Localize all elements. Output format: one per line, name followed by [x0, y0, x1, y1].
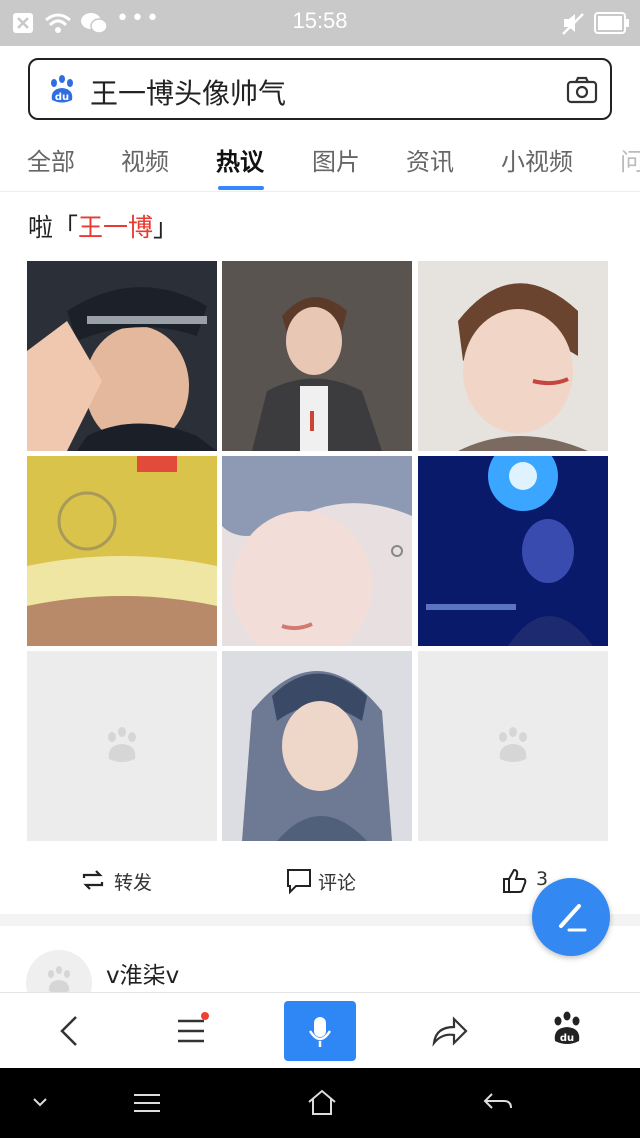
feed-content: 啦「王一博」 转发 评论 3 v淮柒v — [0, 192, 640, 992]
baidu-home-icon[interactable]: du — [550, 1011, 584, 1047]
clipped-text-line — [28, 192, 588, 194]
tab-images[interactable]: 图片 — [312, 142, 360, 177]
battery-icon — [594, 12, 629, 34]
repost-icon — [82, 870, 104, 890]
post-text-line: 啦「王一博」 — [28, 208, 178, 244]
comment-icon — [287, 869, 311, 894]
pencil-icon — [559, 904, 587, 932]
tab-news[interactable]: 资讯 — [406, 142, 454, 177]
home-icon[interactable] — [306, 1088, 338, 1116]
voice-search-button[interactable] — [284, 1001, 356, 1061]
share-label: 转发 — [114, 872, 153, 894]
search-box[interactable]: du 王一博头像帅气 — [28, 58, 612, 120]
status-bar: ••• 15:58 — [0, 0, 640, 46]
post-text-suffix: 」 — [153, 213, 179, 242]
post-image-2[interactable] — [222, 261, 412, 451]
share-icon[interactable] — [430, 1013, 468, 1049]
system-back-icon[interactable] — [482, 1090, 514, 1114]
svg-text:du: du — [55, 92, 69, 103]
post-image-6[interactable] — [418, 456, 608, 646]
mute-icon — [562, 13, 584, 35]
status-time: 15:58 — [292, 8, 348, 33]
chevron-down-icon[interactable] — [32, 1094, 48, 1110]
recent-apps-icon[interactable] — [132, 1092, 162, 1114]
tab-discussion[interactable]: 热议 — [216, 142, 264, 177]
thumbs-up-icon — [503, 868, 527, 893]
tab-all[interactable]: 全部 — [27, 142, 75, 177]
post-text-prefix: 啦「 — [28, 213, 79, 242]
search-query[interactable]: 王一博头像帅气 — [90, 72, 286, 112]
baidu-placeholder-icon — [499, 727, 527, 762]
compose-fab[interactable] — [532, 878, 610, 956]
baidu-placeholder-icon — [48, 966, 70, 992]
post-image-5[interactable] — [222, 456, 412, 646]
comment-label: 评论 — [318, 872, 357, 894]
svg-text:du: du — [560, 1033, 574, 1044]
post-image-8[interactable] — [222, 651, 412, 841]
next-post-username[interactable]: v淮柒v — [106, 956, 179, 990]
tab-video[interactable]: 视频 — [121, 142, 169, 177]
active-tab-indicator — [218, 186, 264, 190]
baidu-placeholder-icon — [108, 727, 136, 762]
baidu-paw-icon: du — [51, 75, 73, 103]
tab-short-video[interactable]: 小视频 — [501, 142, 573, 177]
post-image-4[interactable] — [27, 456, 217, 646]
avatar[interactable] — [26, 950, 92, 992]
system-nav-bar — [0, 1068, 640, 1138]
mic-icon — [308, 1017, 332, 1047]
tab-bar: 全部 视频 热议 图片 资讯 小视频 问 — [0, 134, 640, 192]
post-keyword-name[interactable]: 王一博 — [78, 213, 153, 242]
post-image-7-placeholder[interactable] — [27, 651, 217, 841]
post-image-1[interactable] — [27, 261, 217, 451]
post-image-3[interactable] — [418, 261, 608, 451]
browser-toolbar: du — [0, 992, 640, 1068]
post-image-9-placeholder[interactable] — [418, 651, 608, 841]
back-icon[interactable] — [56, 1013, 84, 1049]
camera-icon[interactable] — [566, 76, 598, 104]
tab-questions[interactable]: 问 — [620, 142, 640, 177]
menu-icon[interactable] — [174, 1011, 212, 1047]
